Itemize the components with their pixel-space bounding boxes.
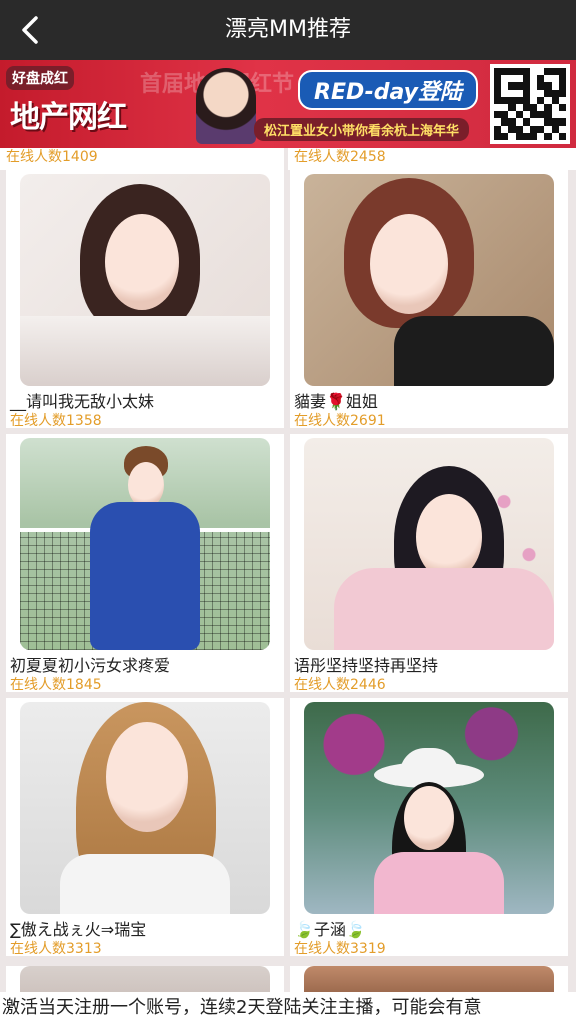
streamer-name: 语彤坚持坚持再坚持 xyxy=(294,656,439,675)
top-bar: 漂亮MM推荐 xyxy=(0,0,576,60)
banner-campaign: RED-day登陆 xyxy=(298,70,479,110)
online-count: 在线人数3313 xyxy=(10,941,102,957)
promo-banner[interactable]: 首届地产网红节 好盘成红 地产网红 RED-day登陆 松江置业女小带你看余杭上… xyxy=(0,60,576,148)
strip-left[interactable]: 在线人数1409 xyxy=(0,148,284,170)
streamer-photo xyxy=(304,438,554,650)
page-title: 漂亮MM推荐 xyxy=(225,17,351,42)
qr-code xyxy=(490,64,570,144)
streamer-name: 🍃子涵🍃 xyxy=(294,920,366,939)
online-count: 在线人数2446 xyxy=(294,677,386,693)
streamer-card[interactable]: 🍃子涵🍃 在线人数3319 xyxy=(290,698,568,957)
streamer-photo xyxy=(20,438,270,650)
banner-tag: 好盘成红 xyxy=(6,66,74,90)
streamer-photo xyxy=(20,702,270,914)
streamer-card[interactable]: 语彤坚持坚持再坚持 在线人数2446 xyxy=(290,434,568,693)
online-count: 在线人数1409 xyxy=(6,149,98,165)
online-count: 在线人数1358 xyxy=(10,413,102,429)
online-count: 在线人数1845 xyxy=(10,677,102,693)
streamer-card[interactable]: ∑傲え战ぇ火⇒瑞宝 在线人数3313 xyxy=(6,698,284,957)
online-count: 在线人数2458 xyxy=(294,149,386,165)
streamer-photo xyxy=(304,702,554,914)
banner-avatar xyxy=(196,68,256,144)
banner-subtitle: 松江置业女小带你看余杭上海年华 xyxy=(254,118,470,141)
streamer-card[interactable]: __请叫我无敌小太妹 在线人数1358 xyxy=(6,170,284,429)
strip-right[interactable]: 在线人数2458 xyxy=(288,148,576,170)
streamer-photo xyxy=(20,174,270,386)
online-count: 在线人数2691 xyxy=(294,413,386,429)
streamer-name: __请叫我无敌小太妹 xyxy=(10,392,155,411)
streamer-card[interactable]: 初夏夏初小污女求疼爱 在线人数1845 xyxy=(6,434,284,693)
streamer-card[interactable]: 貓妻🌹姐姐 在线人数2691 xyxy=(290,170,568,429)
streamer-name: 初夏夏初小污女求疼爱 xyxy=(10,656,171,675)
streamer-name: 貓妻🌹姐姐 xyxy=(294,392,378,411)
banner-headline: 地产网红 xyxy=(10,100,127,135)
online-count: 在线人数3319 xyxy=(294,941,386,957)
notice-marquee: 激活当天注册一个账号，连续2天登陆关注主播，可能会有意 xyxy=(0,992,576,1024)
streamer-name: ∑傲え战ぇ火⇒瑞宝 xyxy=(10,920,147,939)
streamer-photo xyxy=(304,174,554,386)
